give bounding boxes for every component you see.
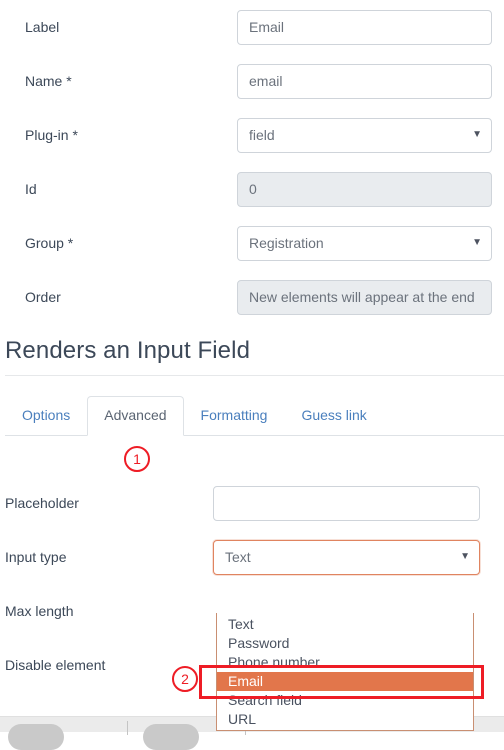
form-row-id: Id 0 <box>0 162 492 216</box>
field-control-wrap: field ▼ <box>237 117 492 153</box>
tab-advanced[interactable]: Advanced <box>87 396 184 436</box>
input-type-select[interactable]: Text ▼ <box>213 539 480 575</box>
form-row-input-type: Input type Text ▼ <box>5 530 480 584</box>
field-label-input-type: Input type <box>5 549 67 565</box>
annotation-marker-2: 2 <box>172 666 198 692</box>
page-title: Renders an Input Field <box>5 337 251 364</box>
placeholder-input[interactable] <box>213 485 480 521</box>
dropdown-option-text[interactable]: Text <box>217 615 473 634</box>
tab-bar: Options Advanced Formatting Guess link <box>5 396 504 436</box>
name-input[interactable]: email <box>237 63 492 99</box>
field-control-wrap: Registration ▼ <box>237 225 492 261</box>
form-row-order: Order New elements will appear at the en… <box>0 270 492 324</box>
toolbar-button-right[interactable] <box>143 724 199 750</box>
order-input: New elements will appear at the end <box>237 279 492 315</box>
form-row-plugin: Plug-in * field ▼ <box>0 108 492 162</box>
tab-guess-link[interactable]: Guess link <box>284 396 383 436</box>
dropdown-option-password[interactable]: Password <box>217 634 473 653</box>
field-label-name: Name * <box>25 73 72 89</box>
toolbar-button-left[interactable] <box>8 724 64 750</box>
label-input[interactable]: Email <box>237 9 492 45</box>
form-row-name: Name * email <box>0 54 492 108</box>
plugin-select-value: field <box>249 126 275 143</box>
field-control-wrap: New elements will appear at the end <box>237 279 492 315</box>
id-input: 0 <box>237 171 492 207</box>
element-properties-form: Label Email Name * email Plug-in * field… <box>0 0 504 324</box>
form-row-placeholder: Placeholder <box>5 476 480 530</box>
form-row-group: Group * Registration ▼ <box>0 216 492 270</box>
field-control-wrap: Text ▼ <box>213 539 480 575</box>
tab-options[interactable]: Options <box>5 396 87 436</box>
field-label-label: Label <box>25 19 60 35</box>
tab-formatting[interactable]: Formatting <box>184 396 285 436</box>
field-label-placeholder: Placeholder <box>5 495 79 511</box>
field-control-wrap: email <box>237 63 492 99</box>
dropdown-option-url[interactable]: URL <box>217 710 473 729</box>
field-label-group: Group * <box>25 235 74 251</box>
chevron-down-icon: ▼ <box>472 129 482 140</box>
annotation-marker-1: 1 <box>124 446 150 472</box>
field-label-order: Order <box>25 289 61 305</box>
toolbar-divider <box>127 721 128 735</box>
field-label-max-length: Max length <box>5 603 74 619</box>
group-select-value: Registration <box>249 234 324 251</box>
field-control-wrap: Email <box>237 9 492 45</box>
input-type-select-value: Text <box>225 548 251 565</box>
plugin-select[interactable]: field ▼ <box>237 117 492 153</box>
field-label-id: Id <box>25 181 37 197</box>
field-control-wrap: 0 <box>237 171 492 207</box>
field-control-wrap <box>213 485 480 521</box>
form-row-label: Label Email <box>0 0 492 54</box>
group-select[interactable]: Registration ▼ <box>237 225 492 261</box>
chevron-down-icon: ▼ <box>460 551 470 562</box>
field-label-plugin: Plug-in * <box>25 127 78 143</box>
title-divider <box>5 375 504 376</box>
annotation-box-email-option <box>199 665 484 699</box>
chevron-down-icon: ▼ <box>472 237 482 248</box>
